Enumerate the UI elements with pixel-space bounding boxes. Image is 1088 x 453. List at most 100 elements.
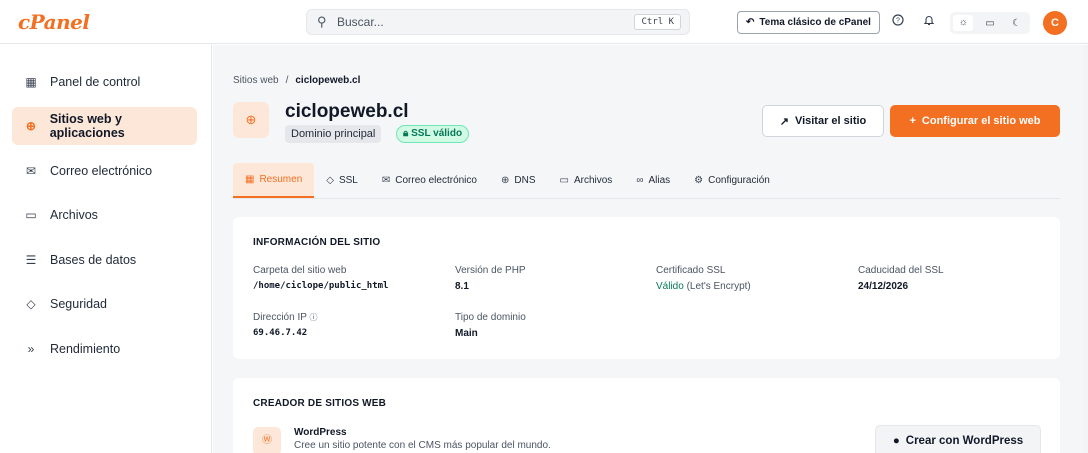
create-with-wordpress-label: Crear con WordPress xyxy=(905,435,1024,447)
ssl-expiry-value: 24/12/2026 xyxy=(858,281,909,292)
database-icon: ☰ xyxy=(25,253,37,267)
search-icon: ⚲ xyxy=(317,14,327,29)
site-builder-heading: CREADOR DE SITIOS WEB xyxy=(253,398,387,409)
sidebar-item-databases[interactable]: ☰ Bases de datos xyxy=(12,241,197,279)
sidebar-item-label: Bases de datos xyxy=(50,253,137,267)
wordpress-description: Cree un sitio potente con el CMS más pop… xyxy=(294,440,551,451)
mail-icon: ✉ xyxy=(25,164,37,178)
site-builder-card: CREADOR DE SITIOS WEB Ⓦ WordPress Cree u… xyxy=(233,378,1060,453)
avatar[interactable]: C xyxy=(1043,11,1067,35)
sidebar-item-files[interactable]: ▭ Archivos xyxy=(12,196,197,234)
breadcrumb-parent[interactable]: Sitios web xyxy=(233,75,279,86)
ip-label: Dirección IP xyxy=(253,312,307,323)
folder-icon: ▭ xyxy=(25,208,37,222)
globe-icon: ⊕ xyxy=(500,175,510,186)
configure-site-button[interactable]: + Configurar el sitio web xyxy=(890,105,1060,137)
search-box[interactable]: ⚲ Ctrl K xyxy=(306,9,690,35)
php-value: 8.1 xyxy=(455,281,469,292)
breadcrumb-separator: / xyxy=(285,75,289,86)
tab-alias[interactable]: ∞ Alias xyxy=(624,163,682,198)
main-content: Sitios web / ciclopeweb.cl ⊕ ciclopeweb.cl… xyxy=(213,45,1083,453)
wordpress-logo-icon: ● xyxy=(892,435,900,447)
tab-label: Correo electrónico xyxy=(395,175,477,186)
configure-site-label: Configurar el sitio web xyxy=(921,115,1041,127)
ssl-cert-issuer: (Let's Encrypt) xyxy=(686,281,751,292)
info-icon[interactable]: ⓘ xyxy=(310,313,318,322)
grid-icon: ▦ xyxy=(25,75,37,89)
sidebar-item-security[interactable]: ◇ Seguridad xyxy=(12,285,197,323)
tab-label: Resumen xyxy=(259,174,303,185)
tab-summary[interactable]: ▦ Resumen xyxy=(233,163,315,198)
classic-theme-button[interactable]: ↶ Tema clásico de cPanel xyxy=(737,11,880,34)
mail-icon: ✉ xyxy=(381,175,391,186)
page-title: ciclopeweb.cl xyxy=(285,101,409,122)
ip-label-row: Dirección IP ⓘ xyxy=(253,312,318,323)
breadcrumb: Sitios web / ciclopeweb.cl xyxy=(233,75,360,86)
tab-settings[interactable]: ⚙ Configuración xyxy=(682,163,782,198)
classic-theme-label: Tema clásico de cPanel xyxy=(759,17,871,28)
search-shortcut-hint: Ctrl K xyxy=(634,14,681,30)
sidebar-item-label: Rendimiento xyxy=(50,342,121,356)
cpanel-logo[interactable]: cPanel xyxy=(18,10,90,34)
ssl-status-badge: 🔒︎ SSL válido xyxy=(396,125,470,143)
domain-type-value: Main xyxy=(455,328,478,339)
undo-icon: ↶ xyxy=(746,17,755,28)
external-link-icon: ↗ xyxy=(779,115,789,128)
ssl-cert-value: Válido (Let's Encrypt) xyxy=(656,281,751,292)
php-field: Versión de PHP 8.1 xyxy=(455,265,526,292)
sidebar: ▦ Panel de control ⊕ Sitios web y aplica… xyxy=(0,45,212,453)
sun-icon[interactable]: ☼ xyxy=(953,15,974,31)
theme-switcher: ☼ ▭ ☾ xyxy=(950,12,1030,34)
folder-field: Carpeta del sitio web /home/ciclope/publ… xyxy=(253,265,388,291)
visit-site-label: Visitar el sitio xyxy=(794,115,867,127)
site-info-heading: INFORMACIÓN DEL SITIO xyxy=(253,237,381,248)
breadcrumb-current: ciclopeweb.cl xyxy=(295,75,361,86)
sidebar-item-label: Sitios web y aplicaciones xyxy=(49,112,125,140)
sidebar-item-panel[interactable]: ▦ Panel de control xyxy=(12,63,197,101)
tab-files[interactable]: ▭ Archivos xyxy=(548,163,625,198)
wordpress-name: WordPress xyxy=(294,427,347,438)
tab-ssl[interactable]: ◇ SSL xyxy=(314,163,370,198)
monitor-icon[interactable]: ▭ xyxy=(980,18,1000,29)
shield-check-icon: ◇ xyxy=(326,175,334,186)
ssl-expiry-label: Caducidad del SSL xyxy=(858,265,944,276)
globe-icon: ⊕ xyxy=(25,119,36,133)
grid-icon: ▦ xyxy=(245,174,255,185)
sidebar-item-label: Panel de control xyxy=(50,75,141,89)
sidebar-item-websites[interactable]: ⊕ Sitios web y aplicaciones xyxy=(12,107,197,145)
ip-value: 69.46.7.42 xyxy=(253,328,308,338)
tab-label: Alias xyxy=(648,175,671,186)
site-globe-icon: ⊕ xyxy=(233,102,269,138)
sidebar-item-label: Archivos xyxy=(50,208,98,222)
sidebar-item-email[interactable]: ✉ Correo electrónico xyxy=(12,152,197,190)
sidebar-item-label: Correo electrónico xyxy=(50,164,153,178)
plus-icon: + xyxy=(909,115,916,127)
tab-dns[interactable]: ⊕ DNS xyxy=(489,163,548,198)
sidebar-item-label: Seguridad xyxy=(50,297,107,311)
tab-label: Configuración xyxy=(708,175,770,186)
site-info-card: INFORMACIÓN DEL SITIO Carpeta del sitio … xyxy=(233,217,1060,359)
folder-icon: ▭ xyxy=(559,175,569,186)
visit-site-button[interactable]: ↗ Visitar el sitio xyxy=(762,105,884,137)
page-scrollbar[interactable] xyxy=(1083,45,1088,453)
create-with-wordpress-button[interactable]: ● Crear con WordPress xyxy=(875,425,1041,453)
help-icon[interactable]: ? xyxy=(889,13,907,31)
ssl-cert-label: Certificado SSL xyxy=(656,265,726,276)
shield-icon: ◇ xyxy=(26,297,36,311)
svg-text:?: ? xyxy=(896,18,900,25)
search-input[interactable] xyxy=(337,13,617,31)
ssl-expiry-field: Caducidad del SSL 24/12/2026 xyxy=(858,265,944,292)
domain-badge: Dominio principal xyxy=(285,125,382,143)
domain-type-field: Tipo de dominio Main xyxy=(455,312,526,339)
folder-value: /home/ciclope/public_html xyxy=(253,281,389,291)
tab-email[interactable]: ✉ Correo electrónico xyxy=(370,163,489,198)
folder-label: Carpeta del sitio web xyxy=(253,265,347,276)
ip-field: Dirección IP ⓘ 69.46.7.42 xyxy=(253,312,318,338)
lock-icon: 🔒︎ xyxy=(403,128,409,139)
php-label: Versión de PHP xyxy=(455,265,526,276)
sidebar-item-performance[interactable]: » Rendimiento xyxy=(12,330,197,368)
bell-icon[interactable] xyxy=(920,13,938,31)
domain-type-label: Tipo de dominio xyxy=(455,312,526,323)
moon-icon[interactable]: ☾ xyxy=(1007,18,1027,29)
ssl-cert-status: Válido xyxy=(656,281,684,292)
